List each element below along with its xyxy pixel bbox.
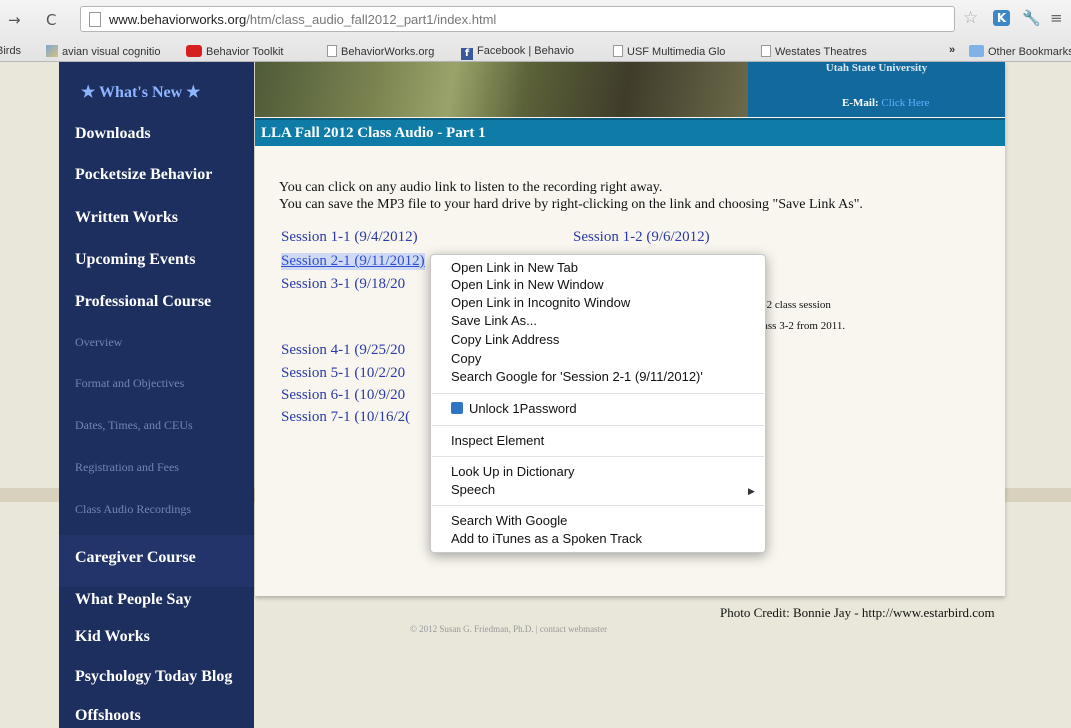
page-icon <box>613 45 623 57</box>
menu-open-incognito[interactable]: Open Link in Incognito Window <box>451 295 630 310</box>
sidebar-item-pocketsize-behavior[interactable]: Pocketsize Behavior <box>75 166 212 184</box>
bookmark-behaviorworks[interactable]: BehaviorWorks.org <box>327 45 434 58</box>
1password-icon <box>451 402 463 414</box>
menu-separator <box>432 505 764 506</box>
menu-inspect-element[interactable]: Inspect Element <box>451 433 544 448</box>
photo-credit: Photo Credit: Bonnie Jay - http://www.es… <box>720 605 995 620</box>
session-link-7-1[interactable]: Session 7-1 (10/16/2( <box>281 409 410 426</box>
address-bar[interactable]: www.behaviorworks.org/htm/class_audio_fa… <box>80 6 955 32</box>
menu-separator <box>432 393 764 394</box>
sidebar-item-psychology-today[interactable]: Psychology Today Blog <box>75 668 232 686</box>
menu-separator <box>432 456 764 457</box>
copyright-footer: © 2012 Susan G. Friedman, Ph.D. | contac… <box>410 624 608 634</box>
sidebar-subitem-overview[interactable]: Overview <box>75 335 122 350</box>
session-link-4-1[interactable]: Session 4-1 (9/25/20 <box>281 342 405 359</box>
intro-line-1: You can click on any audio link to liste… <box>279 180 663 195</box>
bookmark-star-icon[interactable]: ☆ <box>963 8 978 28</box>
session-note-1: -2 class session <box>763 299 831 311</box>
bookmarks-bar: Birds avian visual cognitio Behavior Too… <box>0 42 1071 62</box>
menu-add-to-itunes[interactable]: Add to iTunes as a Spoken Track <box>451 531 642 546</box>
session-link-1-1[interactable]: Session 1-1 (9/4/2012) <box>281 229 418 246</box>
sidebar-subitem-dates-times[interactable]: Dates, Times, and CEUs <box>75 418 193 433</box>
other-bookmarks[interactable]: Other Bookmarks <box>969 45 1071 58</box>
bookmarks-more-icon[interactable]: » <box>949 44 955 56</box>
bookmark-facebook[interactable]: f Facebook | Behavio <box>461 45 574 60</box>
menu-icon[interactable]: ≡ <box>1050 9 1063 27</box>
bookmark-avian-visual-cognition[interactable]: avian visual cognitio <box>46 45 160 58</box>
page-title: LLA Fall 2012 Class Audio - Part 1 <box>261 125 486 141</box>
bookmark-westates-theatres[interactable]: Westates Theatres <box>761 45 867 58</box>
session-link-3-1[interactable]: Session 3-1 (9/18/20 <box>281 276 405 293</box>
session-link-1-2[interactable]: Session 1-2 (9/6/2012) <box>573 229 710 246</box>
menu-open-new-tab[interactable]: Open Link in New Tab <box>451 260 578 275</box>
sidebar-item-downloads[interactable]: Downloads <box>75 125 151 143</box>
sidebar-item-whats-new[interactable]: ★ What's New ★ <box>81 82 201 102</box>
menu-copy[interactable]: Copy <box>451 351 481 366</box>
sidebar-item-offshoots[interactable]: Offshoots <box>75 707 141 725</box>
header-info-box: Utah State University E-Mail: Click Here <box>748 62 1005 117</box>
menu-search-google-for[interactable]: Search Google for 'Session 2-1 (9/11/201… <box>451 369 703 384</box>
sidebar-subitem-registration[interactable]: Registration and Fees <box>75 460 179 475</box>
bookmark-behavior-toolkit[interactable]: Behavior Toolkit <box>186 45 283 58</box>
session-link-6-1[interactable]: Session 6-1 (10/9/20 <box>281 387 405 404</box>
university-label: Utah State University <box>825 62 928 74</box>
page-icon <box>327 45 337 57</box>
sidebar-subitem-format-objectives[interactable]: Format and Objectives <box>75 376 184 391</box>
menu-copy-link-address[interactable]: Copy Link Address <box>451 332 559 347</box>
menu-separator <box>432 425 764 426</box>
session-link-5-1[interactable]: Session 5-1 (10/2/20 <box>281 365 405 382</box>
sidebar-subitem-class-audio[interactable]: Class Audio Recordings <box>75 502 191 517</box>
page-icon <box>761 45 771 57</box>
folder-icon <box>969 45 984 57</box>
menu-open-new-window[interactable]: Open Link in New Window <box>451 277 603 292</box>
wrench-icon[interactable]: 🔧 <box>1022 9 1041 27</box>
sidebar-item-upcoming-events[interactable]: Upcoming Events <box>75 251 195 269</box>
sidebar-nav: ★ What's New ★ Downloads Pocketsize Beha… <box>59 62 254 728</box>
youtube-icon <box>186 45 202 57</box>
sidebar-item-professional-course[interactable]: Professional Course <box>75 293 211 311</box>
intro-line-2: You can save the MP3 file to your hard d… <box>279 197 863 212</box>
bookmark-birds[interactable]: Birds <box>0 45 21 57</box>
menu-look-up-dictionary[interactable]: Look Up in Dictionary <box>451 464 575 479</box>
sidebar-item-what-people-say[interactable]: What People Say <box>75 591 191 609</box>
image-icon <box>46 45 58 57</box>
session-link-2-1[interactable]: Session 2-1 (9/11/2012) <box>281 253 425 270</box>
menu-unlock-1password[interactable]: Unlock 1Password <box>451 401 577 416</box>
email-link[interactable]: Click Here <box>881 97 929 109</box>
extension-icon[interactable]: K <box>993 10 1010 26</box>
session-note-2: ass 3-2 from 2011. <box>763 320 846 332</box>
menu-search-with-google[interactable]: Search With Google <box>451 513 567 528</box>
forward-button[interactable]: → <box>8 11 21 29</box>
browser-chrome: → C www.behaviorworks.org/htm/class_audi… <box>0 0 1071 62</box>
facebook-icon: f <box>461 48 473 60</box>
menu-speech[interactable]: Speech <box>451 482 495 497</box>
header-parrot-photo <box>255 62 748 117</box>
email-line: E-Mail: Click Here <box>842 97 930 109</box>
page-title-bar: LLA Fall 2012 Class Audio - Part 1 <box>255 118 1005 146</box>
sidebar-item-written-works[interactable]: Written Works <box>75 209 178 227</box>
context-menu: Open Link in New Tab Open Link in New Wi… <box>430 254 766 553</box>
page-icon <box>89 12 101 27</box>
bookmark-usf-multimedia[interactable]: USF Multimedia Glo <box>613 45 725 58</box>
submenu-arrow-icon: ▶ <box>748 487 755 497</box>
sidebar-item-kid-works[interactable]: Kid Works <box>75 628 150 646</box>
sidebar-item-caregiver-course[interactable]: Caregiver Course <box>75 549 196 567</box>
url-text: www.behaviorworks.org/htm/class_audio_fa… <box>109 12 497 27</box>
reload-button[interactable]: C <box>46 11 56 29</box>
menu-save-link-as[interactable]: Save Link As... <box>451 313 537 328</box>
